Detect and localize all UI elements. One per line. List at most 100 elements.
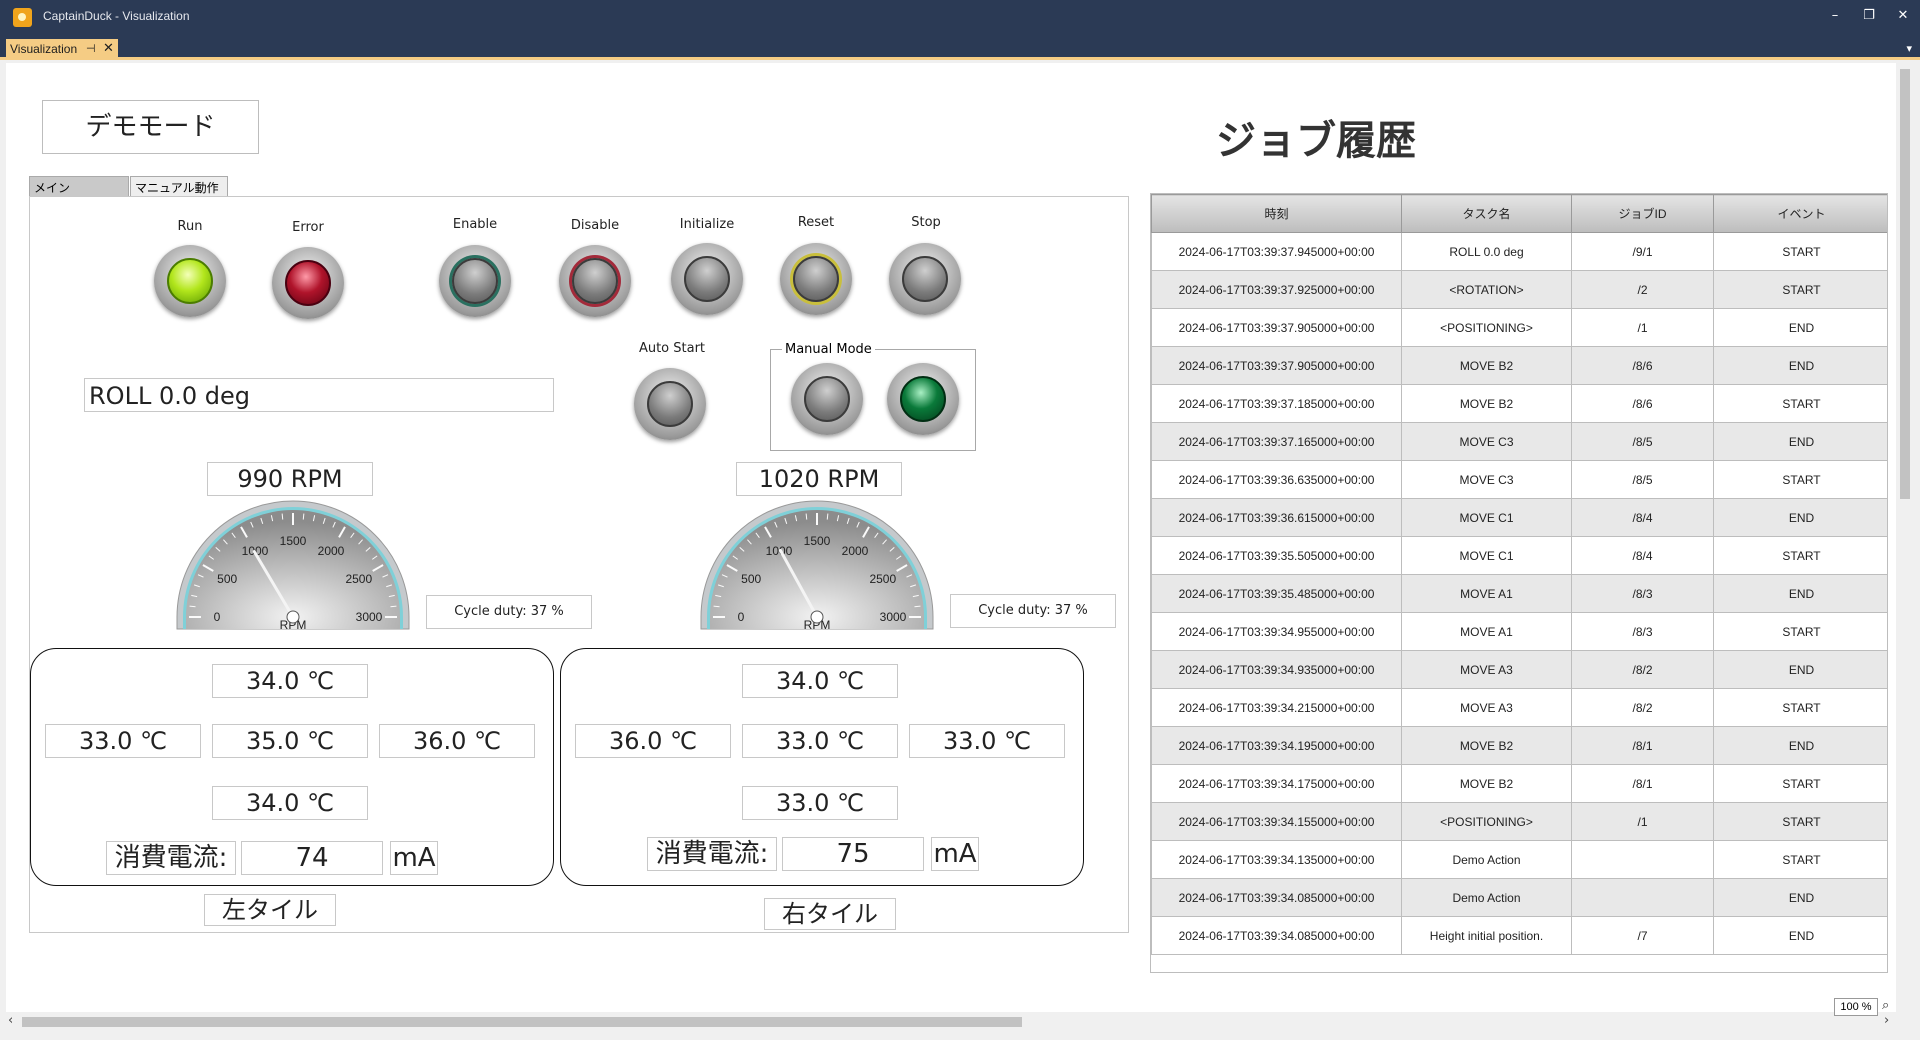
enable-button[interactable] [439, 245, 511, 317]
table-cell: 2024-06-17T03:39:36.615000+00:00 [1151, 498, 1402, 537]
table-cell: END [1713, 878, 1887, 917]
job-history-title: ジョブ履歴 [1216, 118, 1416, 164]
table-row[interactable]: 2024-06-17T03:39:34.085000+00:00 Height i… [1151, 916, 1887, 955]
vertical-scroll-thumb[interactable] [1900, 69, 1910, 499]
table-cell: /1 [1571, 308, 1714, 347]
visualization-canvas: デモモード ジョブ履歴 メイン マニュアル動作 Run Error Enable… [6, 63, 1896, 1012]
table-cell: END [1713, 308, 1887, 347]
table-cell: 2024-06-17T03:39:35.485000+00:00 [1151, 574, 1402, 613]
window-title: CaptainDuck - Visualization [43, 9, 190, 23]
left-current-value: 74 [241, 841, 383, 875]
table-cell: /8/5 [1571, 422, 1714, 461]
column-header-job-id[interactable]: ジョブID [1571, 194, 1714, 233]
auto-start-button[interactable] [634, 368, 706, 440]
table-row[interactable]: 2024-06-17T03:39:37.905000+00:00 <POSITIO… [1151, 308, 1887, 347]
table-cell: END [1713, 498, 1887, 537]
reset-button[interactable] [780, 243, 852, 315]
tab-main[interactable]: メイン [29, 176, 129, 196]
table-row[interactable]: 2024-06-17T03:39:36.615000+00:00 MOVE C1/… [1151, 498, 1887, 537]
tab-visualization[interactable]: Visualization ⊣ ✕ [6, 39, 118, 60]
manual-mode-button[interactable] [791, 363, 863, 435]
table-cell: END [1713, 916, 1887, 955]
table-row[interactable]: 2024-06-17T03:39:35.505000+00:00 MOVE C1/… [1151, 536, 1887, 575]
table-row[interactable]: 2024-06-17T03:39:34.135000+00:00 Demo Act… [1151, 840, 1887, 879]
zoom-icon[interactable]: ⌕ [1882, 998, 1898, 1014]
disable-button[interactable] [559, 245, 631, 317]
horizontal-scroll-thumb[interactable] [22, 1017, 1022, 1027]
right-rpm-display: 1020 RPM [736, 462, 902, 496]
pin-icon[interactable]: ⊣ [86, 42, 96, 55]
stop-button[interactable] [889, 243, 961, 315]
table-cell: /8/2 [1571, 688, 1714, 727]
table-cell: 2024-06-17T03:39:37.905000+00:00 [1151, 346, 1402, 385]
table-cell: MOVE C3 [1401, 460, 1572, 499]
table-row[interactable]: 2024-06-17T03:39:37.925000+00:00 <ROTATIO… [1151, 270, 1887, 309]
table-cell: ROLL 0.0 deg [1401, 232, 1572, 271]
table-row[interactable]: 2024-06-17T03:39:36.635000+00:00 MOVE C3/… [1151, 460, 1887, 499]
close-button[interactable]: ✕ [1886, 5, 1920, 27]
table-cell: MOVE A3 [1401, 650, 1572, 689]
gauge-tick-label: 2500 [345, 572, 372, 586]
table-cell: /8/6 [1571, 346, 1714, 385]
table-row[interactable]: 2024-06-17T03:39:37.165000+00:00 MOVE C3/… [1151, 422, 1887, 461]
table-row[interactable]: 2024-06-17T03:39:34.955000+00:00 MOVE A1/… [1151, 612, 1887, 651]
right-current-unit: mA [931, 837, 979, 871]
column-header-time[interactable]: 時刻 [1151, 194, 1402, 233]
table-cell: /7 [1571, 916, 1714, 955]
table-row[interactable]: 2024-06-17T03:39:34.195000+00:00 MOVE B2/… [1151, 726, 1887, 765]
table-cell: /9/1 [1571, 232, 1714, 271]
table-cell: MOVE B2 [1401, 764, 1572, 803]
table-cell: MOVE C1 [1401, 498, 1572, 537]
left-rpm-display: 990 RPM [207, 462, 373, 496]
table-cell: START [1713, 232, 1887, 271]
chevron-down-icon[interactable]: ▾ [1906, 42, 1912, 55]
right-temp-center: 33.0 ℃ [742, 724, 898, 758]
run-label: Run [177, 219, 203, 234]
gauge-tick [390, 605, 397, 608]
gauge-tick [281, 513, 284, 520]
table-row[interactable]: 2024-06-17T03:39:37.905000+00:00 MOVE B2/… [1151, 346, 1887, 385]
table-row[interactable]: 2024-06-17T03:39:37.945000+00:00 ROLL 0.0… [1151, 232, 1887, 271]
restore-button[interactable]: ❐ [1852, 5, 1886, 27]
minimize-button[interactable]: – [1818, 5, 1852, 27]
table-cell: <POSITIONING> [1401, 308, 1572, 347]
scroll-left-icon[interactable]: ‹ [8, 1013, 13, 1028]
column-header-event[interactable]: イベント [1713, 194, 1887, 233]
table-cell: MOVE B2 [1401, 384, 1572, 423]
gauge-tick [805, 513, 808, 520]
table-cell: /8/1 [1571, 764, 1714, 803]
right-current-value: 75 [782, 837, 924, 871]
table-cell: 2024-06-17T03:39:36.635000+00:00 [1151, 460, 1402, 499]
zoom-level[interactable]: 100 % [1834, 998, 1878, 1016]
document-tab-strip: Visualization ⊣ ✕ ▾ [0, 34, 1920, 60]
table-row[interactable]: 2024-06-17T03:39:34.085000+00:00 Demo Act… [1151, 878, 1887, 917]
gauge-tick [914, 605, 921, 608]
vertical-scrollbar[interactable] [1896, 63, 1914, 1012]
horizontal-scrollbar[interactable]: ‹ › [6, 1012, 1896, 1032]
scroll-right-icon[interactable]: › [1884, 1013, 1889, 1028]
table-cell: /8/4 [1571, 498, 1714, 537]
right-tile-name: 右タイル [764, 898, 896, 930]
tab-manual-operation[interactable]: マニュアル動作 [130, 176, 228, 196]
app-icon [13, 8, 32, 27]
gauge-tick [189, 605, 196, 608]
initialize-button[interactable] [671, 243, 743, 315]
table-row[interactable]: 2024-06-17T03:39:34.175000+00:00 MOVE B2/… [1151, 764, 1887, 803]
title-bar: CaptainDuck - Visualization – ❐ ✕ [0, 0, 1920, 34]
table-cell: MOVE A1 [1401, 612, 1572, 651]
close-tab-icon[interactable]: ✕ [103, 40, 114, 56]
gauge-tick-label: 1500 [804, 534, 831, 548]
table-cell: Height initial position. [1401, 916, 1572, 955]
table-row[interactable]: 2024-06-17T03:39:34.155000+00:00 <POSITIO… [1151, 802, 1887, 841]
job-history-table[interactable]: 時刻 タスク名 ジョブID イベント 2024-06-17T03:39:37.9… [1150, 193, 1888, 973]
table-cell: START [1713, 460, 1887, 499]
table-row[interactable]: 2024-06-17T03:39:34.215000+00:00 MOVE A3/… [1151, 688, 1887, 727]
column-header-task-name[interactable]: タスク名 [1401, 194, 1572, 233]
table-row[interactable]: 2024-06-17T03:39:34.935000+00:00 MOVE A3/… [1151, 650, 1887, 689]
gauge-tick-label: 0 [214, 610, 221, 624]
table-cell: MOVE A1 [1401, 574, 1572, 613]
gauge-tick-label: 2000 [842, 544, 869, 558]
manual-mode-label: Manual Mode [782, 342, 875, 357]
table-row[interactable]: 2024-06-17T03:39:35.485000+00:00 MOVE A1/… [1151, 574, 1887, 613]
table-row[interactable]: 2024-06-17T03:39:37.185000+00:00 MOVE B2/… [1151, 384, 1887, 423]
